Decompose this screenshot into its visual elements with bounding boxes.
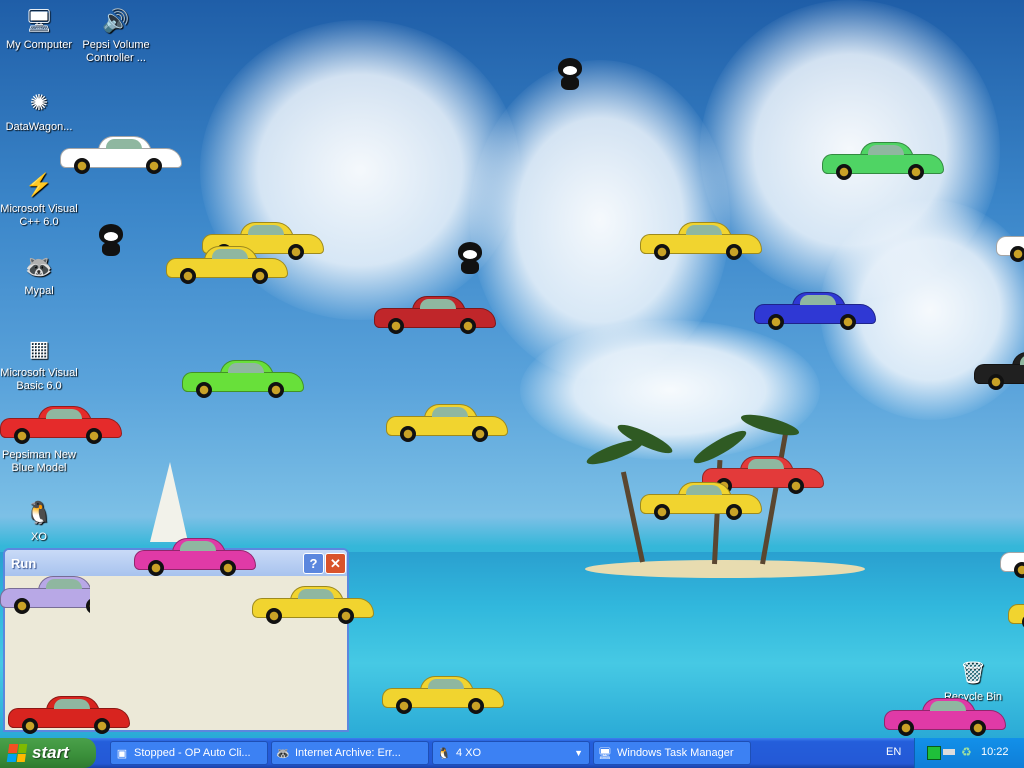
taskbar-item-task-manager[interactable]: 🖥 Windows Task Manager (593, 741, 751, 765)
taskbar-item-internet-archive[interactable]: 🦝 Internet Archive: Err... (271, 741, 429, 765)
taskbar: start ▣ Stopped - OP Auto Cli... 🦝 Inter… (0, 738, 1024, 768)
desktop-icon-my-computer[interactable]: 🖥 My Computer (0, 4, 78, 52)
desktop-icon-xo[interactable]: 🐧 XO (0, 496, 78, 544)
taskbar-item-label: Internet Archive: Err... (295, 747, 401, 759)
car-sprite (382, 674, 504, 714)
help-button[interactable]: ? (303, 553, 324, 574)
taskbar-item-label: Stopped - OP Auto Cli... (134, 747, 251, 759)
car-sprite (1008, 590, 1024, 630)
task-manager-icon: 🖥 (598, 747, 612, 760)
op-autoclicker-icon: ▣ (116, 747, 128, 760)
car-sprite (374, 294, 496, 334)
network-icon[interactable] (943, 749, 955, 755)
taskbar-item-label: 4 XO (456, 747, 482, 759)
car-sprite (822, 140, 944, 180)
computer-icon: 🖥 (25, 7, 53, 33)
desktop-icon-label: Pepsi Volume Controller ... (82, 39, 150, 64)
desktop-icon-label: My Computer (5, 39, 73, 51)
car-sprite (640, 220, 762, 260)
mypal-browser-icon: 🦝 (276, 747, 290, 760)
visual-cpp-icon: ⚡ (25, 171, 53, 197)
windows-flag-icon (6, 744, 28, 762)
desktop-icon-label: Microsoft Visual Basic 6.0 (0, 367, 78, 392)
close-button[interactable]: ✕ (325, 553, 346, 574)
car-sprite (640, 480, 762, 520)
car-sprite (182, 358, 304, 398)
car-sprite (0, 404, 122, 444)
xo-penguin-sprite (455, 240, 485, 276)
recycle-bin-icon: 🗑 (959, 659, 987, 685)
desktop-icon-label: Pepsiman New Blue Model (2, 449, 76, 474)
xo-penguin-sprite (555, 56, 585, 92)
desktop-icon-datawagon[interactable]: ✺ DataWagon... (0, 86, 78, 134)
taskbar-item-xo-group[interactable]: 🐧 4 XO ▼ (432, 741, 590, 765)
taskbar-item-label: Windows Task Manager (617, 747, 734, 759)
mypal-icon: 🦝 (25, 253, 53, 279)
desktop-icon-pepsi-volume[interactable]: 🔊 Pepsi Volume Controller ... (77, 4, 155, 65)
car-sprite (884, 696, 1006, 736)
car-sprite (252, 584, 374, 624)
desktop-icon-label: XO (31, 531, 47, 543)
xo-penguin-icon: 🐧 (437, 747, 451, 760)
start-button[interactable]: start (0, 738, 96, 768)
sailboat (150, 462, 188, 542)
xo-penguin-sprite (96, 222, 126, 258)
island (585, 560, 865, 578)
car-sprite (996, 222, 1024, 262)
xo-penguin-icon: 🐧 (25, 499, 53, 525)
car-sprite (754, 290, 876, 330)
system-tray: ♻ 10:22 (914, 738, 1024, 768)
desktop-icon-visual-cpp[interactable]: ⚡ Microsoft Visual C++ 6.0 (0, 168, 78, 229)
pepsi-volume-icon: 🔊 (102, 7, 130, 33)
car-sprite (386, 402, 508, 442)
clock[interactable]: 10:22 (981, 746, 1009, 758)
visual-basic-icon: ▦ (28, 335, 50, 361)
car-sprite (974, 350, 1024, 390)
language-indicator[interactable]: EN (886, 746, 901, 758)
car-sprite (166, 244, 288, 284)
recycle-tray-icon[interactable]: ♻ (961, 746, 973, 758)
run-dialog-title: Run (11, 556, 37, 571)
car-sprite (8, 694, 130, 734)
chevron-down-icon: ▼ (574, 748, 583, 758)
desktop-icon-label: Microsoft Visual C++ 6.0 (0, 203, 78, 228)
desktop-icon-visual-basic[interactable]: ▦ Microsoft Visual Basic 6.0 (0, 332, 78, 393)
car-sprite (134, 536, 256, 576)
car-sprite (0, 574, 90, 614)
start-label: start (32, 743, 69, 762)
task-manager-tray-icon[interactable] (927, 746, 941, 760)
desktop-icon-mypal[interactable]: 🦝 Mypal (0, 250, 78, 298)
car-sprite (60, 134, 182, 174)
cloud (520, 320, 820, 460)
taskbar-item-op-autoclicker[interactable]: ▣ Stopped - OP Auto Cli... (110, 741, 268, 765)
desktop-icon-label: DataWagon... (5, 121, 73, 133)
palm-tree (760, 431, 789, 565)
car-sprite (1000, 538, 1024, 578)
desktop-icon-label: Mypal (24, 285, 54, 297)
datawagon-icon: ✺ (29, 89, 49, 115)
